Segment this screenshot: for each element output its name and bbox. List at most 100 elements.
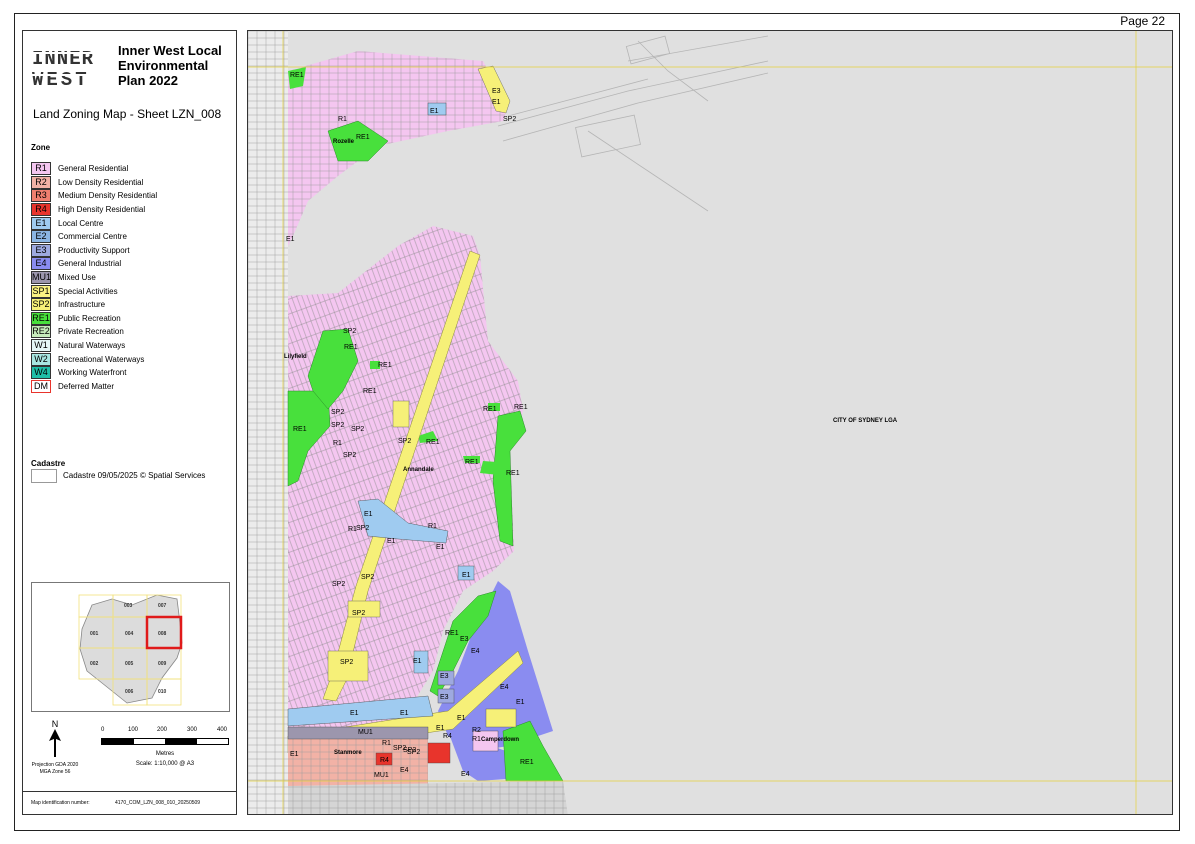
zone-code-label: E1 xyxy=(430,108,439,115)
zone-code-label: E4 xyxy=(400,767,409,774)
zone-code-label: SP2 xyxy=(331,422,344,429)
zone-code-label: E3 xyxy=(460,636,469,643)
suburb-label-lilyfield: Lilyfield xyxy=(284,354,307,360)
zone-legend-item: SP1 Special Activities xyxy=(31,284,157,298)
zone-code-label: SP2 xyxy=(503,116,516,123)
zone-code-label: SP2 xyxy=(331,409,344,416)
zone-code-label: RE1 xyxy=(445,630,459,637)
cadastre-swatch xyxy=(31,469,57,483)
keymap-sheet-005: 005 xyxy=(125,661,134,667)
zone-legend-item: R3 Medium Density Residential xyxy=(31,189,157,203)
zone-legend-item: DM Deferred Matter xyxy=(31,379,157,394)
keymap-sheet-007: 007 xyxy=(158,603,167,609)
zone-code-label: SP2 xyxy=(356,525,369,532)
scale-tick: 200 xyxy=(157,727,168,733)
zone-code-label: MU1 xyxy=(374,772,389,779)
zone-code-label: RE1 xyxy=(378,362,392,369)
zone-code-label: RE1 xyxy=(465,459,479,466)
zone-code-label: E1 xyxy=(286,236,295,243)
zone-code-label: R1 xyxy=(472,736,481,743)
map-id-label: Map identification number: xyxy=(31,800,90,806)
zone-code-label: E1 xyxy=(492,99,501,106)
zone-code-label: RE1 xyxy=(520,759,534,766)
zone-legend-item: R1 General Residential xyxy=(31,162,157,176)
zone-swatch: DM xyxy=(31,379,51,393)
zone-code-label: E1 xyxy=(290,751,299,758)
zone-code-label: E1 xyxy=(413,658,422,665)
scale-tick: 100 xyxy=(128,727,139,733)
scale-tick: 400 xyxy=(217,727,228,733)
zone-code-label: E1 xyxy=(387,538,396,545)
zone-code-label: SP2 xyxy=(343,452,356,459)
map-id-row: Map identification number: 4170_COM_LZN_… xyxy=(23,791,236,814)
sheet-title: Land Zoning Map - Sheet LZN_008 xyxy=(33,107,222,121)
zone-code-label: E1 xyxy=(457,715,466,722)
zone-legend-item: E4 General Industrial xyxy=(31,257,157,271)
zone-code-label: E3 xyxy=(440,673,449,680)
keymap-sheet-004: 004 xyxy=(125,631,134,637)
zone-code-label: E4 xyxy=(461,771,470,778)
zone-legend-item: R2 Low Density Residential xyxy=(31,175,157,190)
keymap-sheet-002: 002 xyxy=(90,661,99,667)
zone-label: Public Recreation xyxy=(58,313,121,323)
zone-legend-item: W2 Recreational Waterways xyxy=(31,352,157,366)
zone-swatch: R3 xyxy=(31,189,51,203)
zone-code-label: E1 xyxy=(436,544,445,551)
zone-label: Deferred Matter xyxy=(58,381,115,391)
zone-code-label: R1 xyxy=(382,740,391,747)
zone-code-label: RE1 xyxy=(426,439,440,446)
zone-code-label: RE1 xyxy=(356,134,370,141)
zone-sp2-block-2 xyxy=(327,650,369,682)
lga-label: CITY OF SYDNEY LGA xyxy=(833,418,898,424)
zone-code-label: RE1 xyxy=(344,344,358,351)
zone-legend-item: W1 Natural Waterways xyxy=(31,339,157,353)
zone-code-label: SP2 xyxy=(361,574,374,581)
zone-code-label: R1 xyxy=(333,440,342,447)
zone-legend-item: E1 Local Centre xyxy=(31,216,157,230)
zone-label: Private Recreation xyxy=(58,327,124,337)
zone-label: Low Density Residential xyxy=(58,177,144,187)
zone-swatch: RE2 xyxy=(31,325,51,339)
north-label: N xyxy=(51,719,59,729)
legend-panel: INNER WEST Inner West Local Environmenta… xyxy=(22,30,237,815)
zone-swatch: MU1 xyxy=(31,271,52,285)
zone-swatch: R1 xyxy=(31,162,51,176)
zone-legend-item: SP2 Infrastructure xyxy=(31,298,157,312)
zone-code-label: E1 xyxy=(462,572,471,579)
projection-line-2: MGA Zone 56 xyxy=(39,769,71,775)
zone-legend-list: R1 General Residential R2 Low Density Resid… xyxy=(31,162,157,393)
zone-code-label: E4 xyxy=(471,648,480,655)
keymap-sheet-009: 009 xyxy=(158,661,167,667)
scale-unit: Metres xyxy=(155,751,175,757)
land-zoning-map[interactable]: CITY OF SYDNEY LGA Rozelle Lilyfield Ann… xyxy=(247,30,1173,815)
zone-label: Natural Waterways xyxy=(58,341,126,351)
zone-code-label: E1 xyxy=(516,699,525,706)
zone-label: Medium Density Residential xyxy=(58,191,158,201)
zone-legend-item: RE2 Private Recreation xyxy=(31,325,157,339)
zone-code-label: R4 xyxy=(443,733,452,740)
zone-swatch: RE1 xyxy=(31,311,51,325)
zone-label: Commercial Centre xyxy=(58,232,127,242)
zone-code-label: SP2 xyxy=(351,426,364,433)
scale-tick: 300 xyxy=(187,727,198,733)
zone-swatch: SP2 xyxy=(31,298,51,312)
zone-code-label: SP2 xyxy=(343,328,356,335)
zone-heading: Zone xyxy=(31,143,51,152)
zone-code-label: E1 xyxy=(400,710,409,717)
zone-code-label: SP2 xyxy=(340,659,353,666)
zone-swatch: E3 xyxy=(31,243,51,257)
zone-code-label: SP2 xyxy=(407,749,420,756)
cadastre-heading: Cadastre xyxy=(31,459,66,468)
zone-sp2-block xyxy=(392,400,410,428)
zone-code-label: MU1 xyxy=(358,729,373,736)
keymap-sheet-010: 010 xyxy=(158,689,167,695)
zone-label: Productivity Support xyxy=(58,245,130,255)
zone-label: General Industrial xyxy=(58,259,122,269)
map-id-value: 4170_COM_LZN_008_010_20250509 xyxy=(115,800,201,806)
keymap-sheet-001: 001 xyxy=(90,631,99,637)
zone-label: Special Activities xyxy=(58,286,118,296)
page-number: Page 22 xyxy=(1120,14,1165,28)
zone-legend-item: R4 High Density Residential xyxy=(31,203,157,217)
zone-code-label: E1 xyxy=(350,710,359,717)
zone-code-label: RE1 xyxy=(290,72,304,79)
